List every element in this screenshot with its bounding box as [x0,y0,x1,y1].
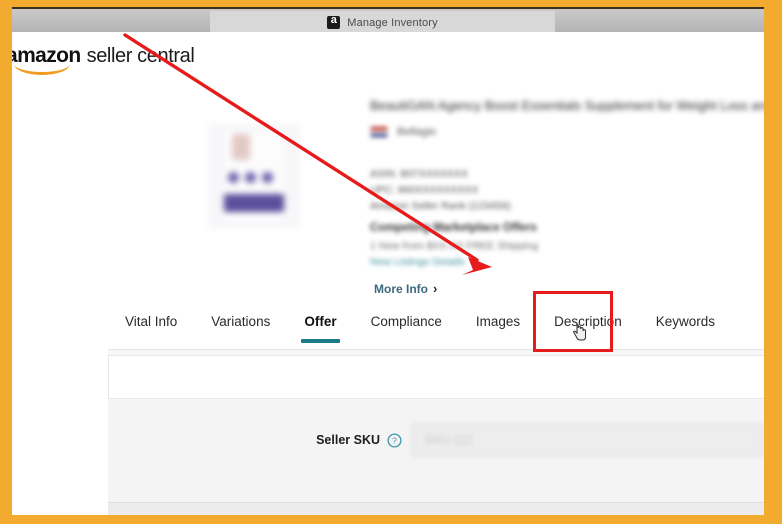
competing-offers-row: 1 New from $XX.XX FREE Shipping [370,240,539,252]
more-info-label: More Info [374,281,428,296]
more-info-link[interactable]: More Info › [374,281,437,296]
country-flag-icon [370,126,388,138]
amazon-favicon [327,14,341,29]
package-band [224,194,284,212]
screenshot-frame: Manage Inventory amazon seller central B [0,0,782,524]
field-label-group: Seller SKU ? [108,432,412,448]
tab-offer[interactable]: Offer [287,304,353,343]
package-dot [228,172,239,183]
product-detail-tabs: Vital Info Variations Offer Compliance Image… [108,304,764,350]
browser-tab-strip: Manage Inventory [12,7,764,32]
browser-viewport: Manage Inventory amazon seller central B [12,7,764,515]
tab-compliance[interactable]: Compliance [354,304,459,343]
package-dot [245,172,256,183]
tab-keywords[interactable]: Keywords [639,304,732,343]
browser-tab-title: Manage Inventory [347,16,438,29]
seller-sku-value: SKU-111 [424,433,473,447]
offer-form: Seller SKU ? SKU-111 [108,400,764,515]
product-asin: ASIN: B07XXXXXXX [370,168,469,180]
seller-sku-input[interactable]: SKU-111 [412,424,764,456]
tab-vital-info[interactable]: Vital Info [108,304,194,343]
tab-content-panel: Seller SKU ? SKU-111 [108,350,764,515]
seller-central-logo[interactable]: amazon seller central [12,44,195,75]
page-body: amazon seller central BeautiGAN Agency B… [12,32,764,515]
product-brand-name: Bellagio [397,126,437,138]
tab-images[interactable]: Images [459,304,537,343]
package-cap [232,134,250,160]
tab-variations[interactable]: Variations [194,304,287,343]
chevron-right-icon: › [433,281,438,296]
competing-offers-heading: Competing Marketplace Offers [370,222,537,234]
package-dot [262,172,273,183]
field-row-seller-sku: Seller SKU ? SKU-111 [108,411,764,469]
product-status: Amazon Seller Rank (123456) [370,200,511,212]
help-circle-icon[interactable]: ? [387,432,402,448]
panel-header-card [108,355,764,399]
product-thumbnail [208,124,300,228]
competing-offers-links[interactable]: New Listings Details [370,256,465,268]
product-title: BeautiGAN Agency Boost Essentials Supple… [370,98,764,113]
seller-central-wordmark: seller central [86,45,195,67]
seller-sku-label: Seller SKU [316,433,380,447]
panel-bottom-strip [108,502,764,515]
product-upc: UPC: 860XXXXXXXXX [370,184,479,196]
amazon-smile-icon [14,64,70,75]
svg-text:?: ? [392,435,397,445]
tab-description[interactable]: Description [537,304,639,343]
product-brand-line: Bellagio [370,126,436,138]
browser-tab-manage-inventory[interactable]: Manage Inventory [210,11,555,32]
